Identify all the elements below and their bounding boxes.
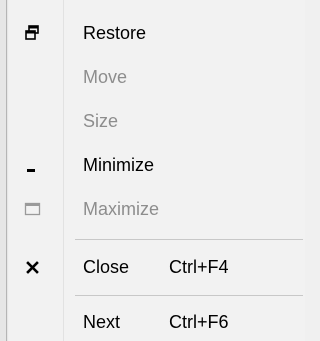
menu-separator [75, 239, 303, 240]
menu-item-size[interactable]: Size [9, 102, 305, 140]
maximize-icon [23, 199, 43, 219]
restore-icon [23, 23, 43, 43]
menu-item-label: Restore [83, 23, 147, 43]
parent-window-border [6, 0, 7, 341]
menu-item-label: Size [83, 111, 119, 131]
menu-item-maximize[interactable]: Maximize [9, 190, 305, 228]
menu-item-minimize[interactable]: Minimize [9, 146, 305, 184]
menu-item-label: Minimize [83, 155, 155, 175]
menu-item-next[interactable]: Next Ctrl+F6 [9, 303, 305, 341]
menu-item-shortcut: Ctrl+F4 [169, 257, 229, 277]
menu-item-label: Move [83, 67, 128, 87]
close-icon [23, 257, 43, 277]
menu-item-shortcut: Ctrl+F6 [169, 312, 229, 332]
minimize-icon [23, 155, 43, 175]
menu-item-label: Maximize [83, 199, 160, 219]
menu-separator [75, 295, 303, 296]
menu-item-restore[interactable]: Restore [9, 14, 305, 52]
menu-item-close[interactable]: Close Ctrl+F4 [9, 248, 305, 286]
menu-item-move[interactable]: Move [9, 58, 305, 96]
menu-item-label: Close [83, 257, 130, 277]
system-menu: Restore Move Size Minimize Maximize Clos… [9, 0, 305, 341]
menu-item-label: Next [83, 312, 121, 332]
